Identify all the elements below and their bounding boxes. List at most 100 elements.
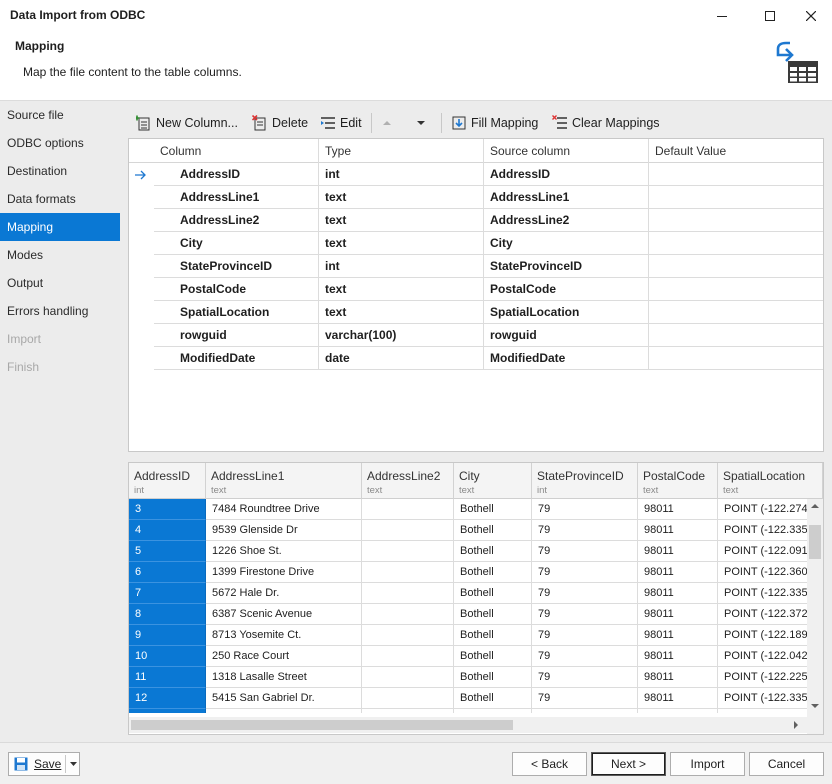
preview-cell[interactable]: POINT (-122.335 — [718, 583, 807, 604]
delete-button[interactable]: Delete — [252, 112, 308, 134]
preview-cell[interactable]: POINT (-122.372 — [718, 604, 807, 625]
preview-cell[interactable] — [362, 604, 454, 625]
mapping-cell-default[interactable] — [649, 347, 823, 370]
mapping-cell-type[interactable]: text — [319, 209, 484, 232]
mapping-cell-type[interactable]: date — [319, 347, 484, 370]
preview-cell[interactable] — [362, 667, 454, 688]
type-header[interactable]: Type — [319, 139, 484, 163]
preview-cell[interactable]: 13 — [129, 709, 206, 713]
mapping-cell-source[interactable]: SpatialLocation — [484, 301, 649, 324]
preview-cell[interactable]: Bothell — [454, 709, 532, 713]
preview-cell[interactable]: Bothell — [454, 646, 532, 667]
move-down-button[interactable] — [415, 112, 427, 134]
back-button[interactable]: < Back — [512, 752, 587, 776]
preview-cell[interactable]: 1399 Firestone Drive — [206, 562, 362, 583]
preview-cell[interactable]: 79 — [532, 541, 638, 562]
preview-column-header[interactable]: PostalCode text — [638, 463, 718, 499]
mapping-cell-source[interactable]: ModifiedDate — [484, 347, 649, 370]
mapping-row[interactable]: AddressLine1 text AddressLine1 — [129, 186, 823, 209]
mapping-cell-column[interactable]: StateProvinceID — [154, 255, 319, 278]
preview-cell[interactable]: 5415 San Gabriel Dr. — [206, 688, 362, 709]
preview-cell[interactable]: POINT (-122.225 — [718, 667, 807, 688]
preview-cell[interactable]: Bothell — [454, 499, 532, 520]
preview-cell[interactable]: 79 — [532, 667, 638, 688]
preview-cell[interactable] — [362, 646, 454, 667]
preview-cell[interactable]: 1226 Shoe St. — [206, 541, 362, 562]
mapping-cell-column[interactable]: AddressLine2 — [154, 209, 319, 232]
preview-row[interactable]: 9 8713 Yosemite Ct. Bothell 79 98011 POINT (-… — [129, 625, 807, 646]
sidebar-item-destination[interactable]: Destination — [0, 157, 120, 185]
mapping-cell-type[interactable]: varchar(100) — [319, 324, 484, 347]
preview-cell[interactable]: 98011 — [638, 667, 718, 688]
preview-cell[interactable]: 98011 — [638, 604, 718, 625]
mapping-row[interactable]: ModifiedDate date ModifiedDate — [129, 347, 823, 370]
save-button[interactable]: Save — [8, 752, 80, 776]
preview-cell[interactable]: 9539 Glenside Dr — [206, 520, 362, 541]
mapping-cell-source[interactable]: AddressLine2 — [484, 209, 649, 232]
default-value-header[interactable]: Default Value — [649, 139, 823, 163]
preview-vertical-scrollbar[interactable] — [807, 499, 823, 713]
mapping-cell-column[interactable]: rowguid — [154, 324, 319, 347]
preview-cell[interactable]: Bothell — [454, 583, 532, 604]
mapping-cell-column[interactable]: PostalCode — [154, 278, 319, 301]
preview-cell[interactable]: 8713 Yosemite Ct. — [206, 625, 362, 646]
mapping-cell-source[interactable]: PostalCode — [484, 278, 649, 301]
preview-cell[interactable]: POINT (-122.274 — [718, 499, 807, 520]
mapping-cell-type[interactable]: text — [319, 232, 484, 255]
preview-cell[interactable]: Bothell — [454, 604, 532, 625]
preview-cell[interactable] — [362, 625, 454, 646]
preview-cell[interactable]: 6 — [129, 562, 206, 583]
preview-cell[interactable] — [362, 583, 454, 604]
preview-column-header[interactable]: AddressLine1 text — [206, 463, 362, 499]
mapping-cell-default[interactable] — [649, 209, 823, 232]
preview-cell[interactable]: 7 — [129, 583, 206, 604]
preview-row[interactable]: 11 1318 Lasalle Street Bothell 79 98011 POINT… — [129, 667, 807, 688]
preview-column-header[interactable]: City text — [454, 463, 532, 499]
preview-cell[interactable]: 7484 Roundtree Drive — [206, 499, 362, 520]
preview-cell[interactable]: 9265 La Paz — [206, 709, 362, 713]
preview-row[interactable]: 4 9539 Glenside Dr Bothell 79 98011 POINT (-1… — [129, 520, 807, 541]
preview-cell[interactable]: 10 — [129, 646, 206, 667]
preview-row[interactable]: 5 1226 Shoe St. Bothell 79 98011 POINT (-122.… — [129, 541, 807, 562]
chevron-down-icon[interactable] — [70, 762, 77, 767]
preview-cell[interactable]: POINT (-122.360 — [718, 562, 807, 583]
mapping-cell-default[interactable] — [649, 186, 823, 209]
preview-cell[interactable]: 98011 — [638, 499, 718, 520]
mapping-cell-column[interactable]: City — [154, 232, 319, 255]
preview-cell[interactable]: 5 — [129, 541, 206, 562]
preview-cell[interactable] — [362, 541, 454, 562]
new-column-button[interactable]: New Column... — [136, 112, 238, 134]
mapping-cell-default[interactable] — [649, 278, 823, 301]
preview-cell[interactable] — [362, 520, 454, 541]
preview-column-header[interactable]: AddressID int — [129, 463, 206, 499]
preview-cell[interactable]: 8 — [129, 604, 206, 625]
mapping-row[interactable]: PostalCode text PostalCode — [129, 278, 823, 301]
preview-cell[interactable]: Bothell — [454, 625, 532, 646]
minimize-button[interactable] — [706, 0, 738, 31]
preview-cell[interactable]: 1318 Lasalle Street — [206, 667, 362, 688]
preview-cell[interactable]: 250 Race Court — [206, 646, 362, 667]
mapping-cell-source[interactable]: AddressLine1 — [484, 186, 649, 209]
sidebar-item-modes[interactable]: Modes — [0, 241, 120, 269]
preview-column-header[interactable]: AddressLine2 text — [362, 463, 454, 499]
mapping-cell-type[interactable]: text — [319, 186, 484, 209]
preview-cell[interactable]: 79 — [532, 625, 638, 646]
mapping-cell-default[interactable] — [649, 163, 823, 186]
mapping-cell-default[interactable] — [649, 232, 823, 255]
preview-cell[interactable]: 98011 — [638, 541, 718, 562]
mapping-cell-column[interactable]: SpatialLocation — [154, 301, 319, 324]
preview-column-header[interactable]: SpatialLocation text — [718, 463, 823, 499]
mapping-cell-source[interactable]: City — [484, 232, 649, 255]
preview-row[interactable]: 7 5672 Hale Dr. Bothell 79 98011 POINT (-122.… — [129, 583, 807, 604]
preview-row[interactable]: 3 7484 Roundtree Drive Bothell 79 98011 POINT… — [129, 499, 807, 520]
mapping-row[interactable]: SpatialLocation text SpatialLocation — [129, 301, 823, 324]
mapping-cell-source[interactable]: StateProvinceID — [484, 255, 649, 278]
sidebar-item-errors-handling[interactable]: Errors handling — [0, 297, 120, 325]
sidebar-item-source-file[interactable]: Source file — [0, 101, 120, 129]
preview-cell[interactable]: 4 — [129, 520, 206, 541]
edit-button[interactable]: Edit — [320, 112, 362, 134]
mapping-row[interactable]: StateProvinceID int StateProvinceID — [129, 255, 823, 278]
mapping-cell-source[interactable]: rowguid — [484, 324, 649, 347]
preview-cell[interactable]: 79 — [532, 520, 638, 541]
sidebar-item-odbc-options[interactable]: ODBC options — [0, 129, 120, 157]
